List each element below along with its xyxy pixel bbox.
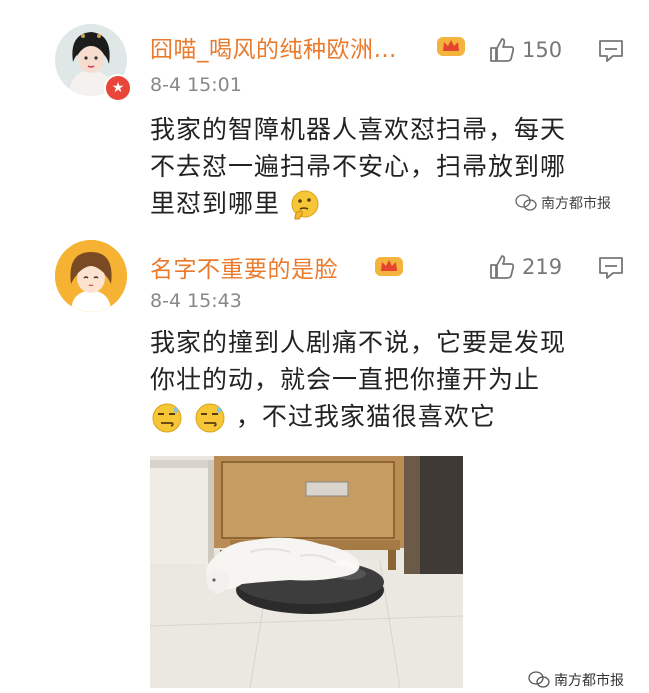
comment-line: ，不过我家猫很喜欢它 [235,402,496,431]
cat-on-robot-vacuum-photo-icon [150,456,463,688]
crown-badge-icon [437,37,465,56]
watermark: 南方都市报 [528,670,624,690]
watermark-text: 南方都市报 [541,196,611,212]
thumbs-up-icon [490,255,515,279]
username[interactable]: 囧喵_喝风的纯种欧洲… [150,30,397,64]
comment-line: 里怼到哪里 [150,189,281,218]
like-count: 219 [522,255,563,279]
comment-time: 8-4 15:43 [150,290,242,312]
comment-line: 我家的智障机器人喜欢怼扫帚，每天 [150,115,567,144]
username[interactable]: 名字不重要的是脸 [150,250,338,284]
comment-line: 不去怼一遍扫帚不安心，扫帚放到哪 [150,152,567,181]
verified-badge-icon: ★ [104,74,132,102]
like-count: 150 [522,38,563,62]
avatar-image [55,240,127,312]
like-button[interactable]: 150 [488,36,562,64]
watermark-text: 南方都市报 [554,673,624,689]
comment-body: 我家的撞到人剧痛不说，它要是发现 你壮的动，就会一直把你撞开为止 ，不过我家猫很… [150,324,620,435]
thumbs-up-icon [490,38,515,62]
wechat-logo-icon [515,194,537,211]
watermark: 南方都市报 [515,193,611,213]
crown-badge-icon [375,257,403,276]
comment-line: 你壮的动，就会一直把你撞开为止 [150,365,541,394]
comment-line: 我家的撞到人剧痛不说，它要是发现 [150,328,567,357]
user-avatar[interactable] [55,240,127,312]
comment-time: 8-4 15:01 [150,74,242,96]
like-button[interactable]: 219 [488,253,562,281]
wechat-logo-icon [528,671,550,688]
reply-comment-icon[interactable] [597,38,625,64]
comment-photo[interactable] [150,456,463,688]
comment-line-last: ，不过我家猫很喜欢它 [150,398,620,435]
smirk-face-icon [195,403,225,433]
reply-comment-icon[interactable] [597,255,625,281]
thinking-face-icon [291,190,319,220]
smirk-face-icon [152,403,182,433]
